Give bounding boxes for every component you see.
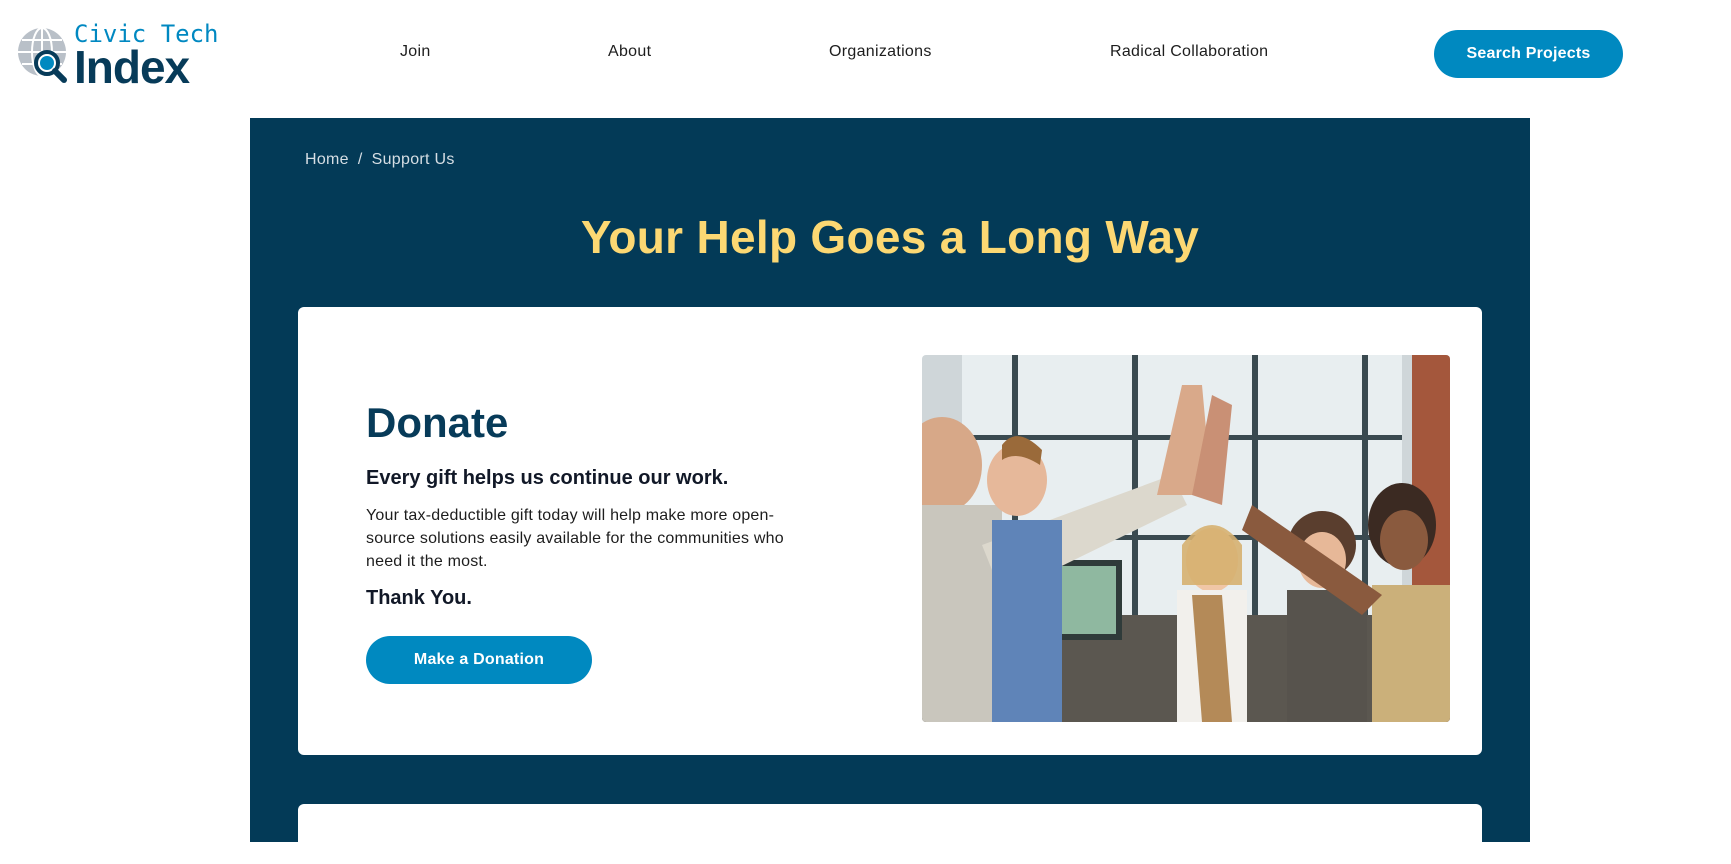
breadcrumb: Home / Support Us [305, 151, 455, 169]
breadcrumb-current: Support Us [371, 151, 455, 168]
nav-link-radical-collaboration[interactable]: Radical Collaboration [1110, 43, 1268, 61]
nav-link-about[interactable]: About [608, 43, 651, 61]
donate-thanks: Thank You. [366, 587, 472, 609]
site-logo[interactable]: Civic Tech Index [16, 20, 219, 93]
breadcrumb-home[interactable]: Home [305, 151, 349, 168]
make-donation-button[interactable]: Make a Donation [366, 636, 592, 684]
nav-link-organizations[interactable]: Organizations [829, 43, 932, 61]
site-header: Civic Tech Index Join About Organization… [0, 0, 1731, 110]
donate-card: Donate Every gift helps us continue our … [298, 307, 1482, 755]
donate-subheading: Every gift helps us continue our work. [366, 467, 729, 489]
donate-heading: Donate [366, 399, 509, 446]
photo-illustration [922, 355, 1450, 722]
breadcrumb-separator: / [357, 151, 363, 168]
next-section-card [298, 804, 1482, 864]
brand-line-2: Index [74, 41, 190, 93]
team-high-five-photo [922, 355, 1450, 722]
nav-link-join[interactable]: Join [400, 43, 431, 61]
globe-magnifier-icon [18, 27, 67, 83]
page-title: Your Help Goes a Long Way [580, 211, 1200, 263]
donate-description: Your tax-deductible gift today will help… [366, 507, 784, 570]
support-hero: Home / Support Us Your Help Goes a Long Wa… [250, 118, 1530, 864]
search-projects-button[interactable]: Search Projects [1434, 30, 1623, 78]
